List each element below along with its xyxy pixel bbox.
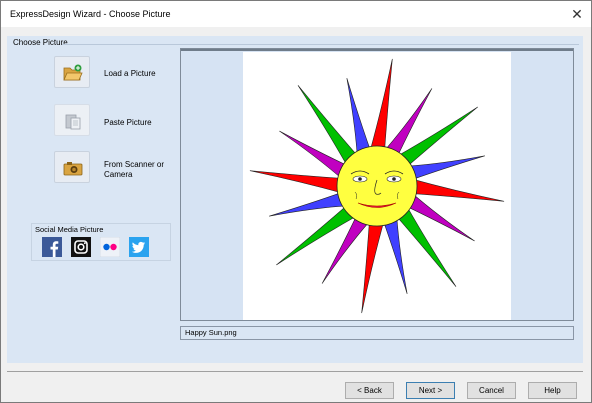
scanner-camera-label: From Scanner or Camera (104, 160, 165, 179)
sun-ray (394, 106, 478, 169)
preview-canvas (243, 52, 511, 320)
scanner-camera-button[interactable] (54, 151, 90, 183)
cancel-button[interactable]: Cancel (467, 382, 516, 399)
back-button[interactable]: < Back (345, 382, 394, 399)
title-bar: ExpressDesign Wizard - Choose Picture ✕ (1, 1, 591, 27)
sun-ray (297, 85, 360, 169)
wizard-window: ExpressDesign Wizard - Choose Picture ✕ … (0, 0, 592, 403)
help-button[interactable]: Help (528, 382, 577, 399)
sun-ray (269, 191, 350, 217)
picture-preview (180, 48, 574, 321)
load-picture-button[interactable] (54, 56, 90, 88)
group-label: Choose Picture (13, 38, 68, 47)
paste-icon (65, 114, 81, 130)
social-media-label: Social Media Picture (35, 225, 104, 234)
choose-picture-group: Choose Picture Load a Picture Paste Pict… (7, 36, 583, 363)
group-divider (62, 44, 579, 45)
sun-ray (369, 58, 393, 154)
load-picture-label: Load a Picture (104, 69, 156, 78)
folder-open-icon (63, 64, 83, 81)
preview-top-border (181, 49, 573, 51)
sun-ray (276, 203, 360, 266)
paste-picture-button[interactable] (54, 104, 90, 136)
flickr-icon[interactable] (100, 237, 120, 257)
facebook-icon[interactable] (42, 237, 62, 257)
sun-ray (361, 218, 385, 314)
next-button[interactable]: Next > (406, 382, 455, 399)
sun-ray (382, 213, 408, 294)
filename-field: Happy Sun.png (180, 326, 574, 340)
camera-icon (63, 162, 83, 176)
happy-sun-image (249, 58, 505, 314)
sun-face (336, 145, 418, 227)
sun-ray (394, 203, 457, 287)
sun-ray (249, 170, 345, 194)
window-title: ExpressDesign Wizard - Choose Picture (10, 9, 171, 19)
paste-picture-label: Paste Picture (104, 118, 152, 127)
sun-ray (409, 178, 505, 202)
twitter-icon[interactable] (129, 237, 149, 257)
instagram-icon[interactable] (71, 237, 91, 257)
sun-ray (346, 78, 372, 159)
sun-ray (404, 155, 485, 181)
footer-divider (7, 371, 583, 372)
close-icon[interactable]: ✕ (567, 4, 587, 24)
